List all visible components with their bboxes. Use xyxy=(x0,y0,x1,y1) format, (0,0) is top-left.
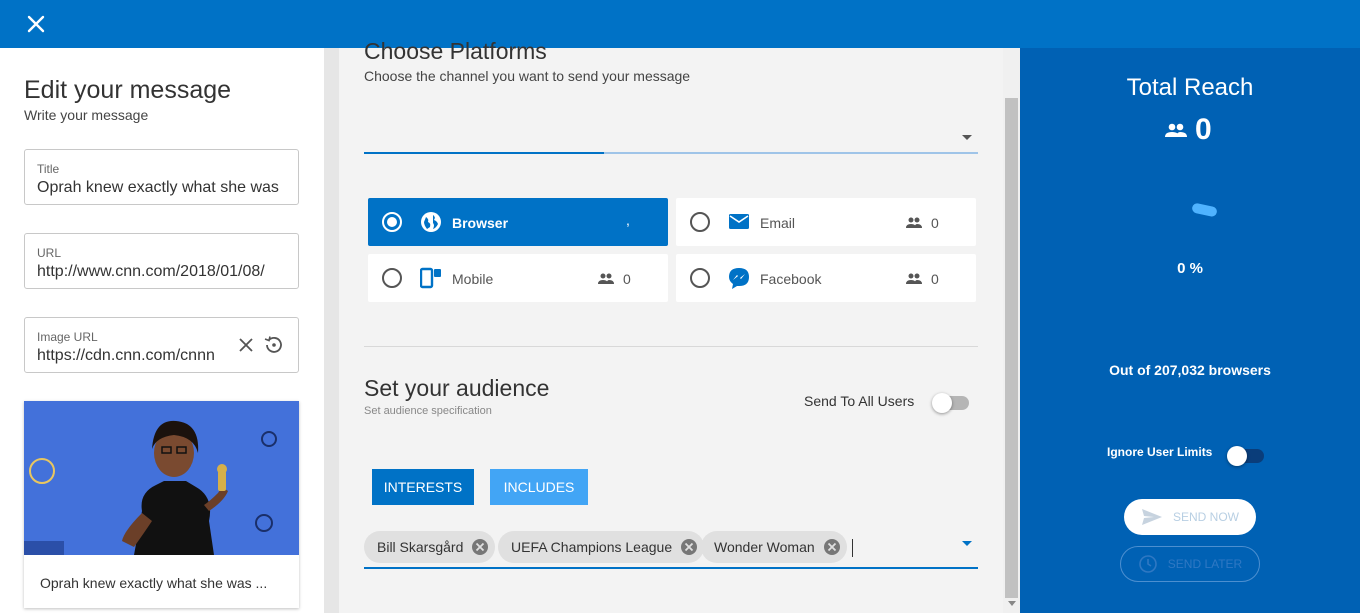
reach-count: 0 xyxy=(1195,113,1212,146)
edit-message-subheading: Write your message xyxy=(24,107,149,123)
chevron-down-icon[interactable] xyxy=(962,541,972,546)
people-icon xyxy=(598,273,614,284)
browser-radio[interactable] xyxy=(382,212,402,232)
main-scrollbar[interactable] xyxy=(1003,48,1020,613)
ignore-limits-toggle-knob xyxy=(1227,446,1247,466)
title-input[interactable]: Oprah knew exactly what she was xyxy=(37,179,289,197)
reach-summary-panel: Total Reach 0 0 % Out of 207,032 browser… xyxy=(1020,48,1360,613)
reach-percent: 0 % xyxy=(1177,260,1203,277)
text-cursor xyxy=(852,539,853,557)
send-later-label: SEND LATER xyxy=(1167,557,1243,571)
image-url-field-label: Image URL xyxy=(37,330,98,344)
top-bar xyxy=(0,0,1360,48)
main-scrollbar-thumb[interactable] xyxy=(1005,98,1018,598)
facebook-radio[interactable] xyxy=(690,268,710,288)
mobile-icon xyxy=(420,267,441,289)
url-input[interactable]: http://www.cnn.com/2018/01/08/ xyxy=(37,263,289,281)
remove-chip-icon[interactable] xyxy=(680,538,698,556)
section-divider xyxy=(364,346,978,347)
reset-icon[interactable] xyxy=(262,334,284,356)
scroll-down-arrow[interactable] xyxy=(1008,601,1016,606)
platform-dropdown-underline xyxy=(364,152,978,154)
send-to-all-toggle[interactable] xyxy=(932,393,969,413)
mobile-count: 0 xyxy=(623,271,631,287)
platform-tile-email[interactable]: Email 0 xyxy=(676,198,976,246)
ignore-limits-label: Ignore User Limits xyxy=(1107,445,1213,459)
image-url-input[interactable]: https://cdn.cnn.com/cnnn xyxy=(37,347,231,365)
send-to-all-label: Send To All Users xyxy=(804,393,915,409)
remove-chip-icon[interactable] xyxy=(471,538,489,556)
remove-chip-icon[interactable] xyxy=(823,538,841,556)
mobile-label: Mobile xyxy=(452,271,494,287)
close-icon[interactable] xyxy=(24,12,48,36)
email-label: Email xyxy=(760,215,796,231)
send-later-button[interactable]: SEND LATER xyxy=(1120,546,1260,582)
edit-message-panel: Edit your message Write your message Tit… xyxy=(0,48,324,613)
total-reach-title: Total Reach xyxy=(1126,74,1254,101)
chips-underline xyxy=(364,567,978,569)
url-field-label: URL xyxy=(37,246,62,260)
audience-subtitle: Set audience specification xyxy=(364,405,492,417)
people-icon xyxy=(906,217,922,228)
message-preview-card: Oprah knew exactly what she was ... xyxy=(24,401,299,608)
people-icon xyxy=(1165,123,1187,137)
chip-bill-skarsgard[interactable]: Bill Skarsgård xyxy=(364,531,496,563)
clock-icon xyxy=(1138,555,1157,573)
edit-message-heading: Edit your message xyxy=(24,76,232,104)
email-radio[interactable] xyxy=(690,212,710,232)
chip-label: UEFA Champions League xyxy=(511,539,673,555)
chip-label: Bill Skarsgård xyxy=(377,539,464,555)
url-field[interactable]: URL http://www.cnn.com/2018/01/08/ xyxy=(24,233,299,289)
send-to-all-toggle-knob xyxy=(932,393,952,413)
browser-count: , xyxy=(626,212,630,228)
email-count: 0 xyxy=(931,215,939,231)
platform-tile-browser[interactable]: Browser , xyxy=(368,198,668,246)
reach-out-of: Out of 207,032 browsers xyxy=(1109,362,1271,378)
platforms-subtitle: Choose the channel you want to send your… xyxy=(364,68,691,84)
preview-image xyxy=(24,401,299,555)
preview-caption: Oprah knew exactly what she was ... xyxy=(40,575,268,591)
people-icon xyxy=(906,273,922,284)
browser-label: Browser xyxy=(452,215,509,231)
interests-button[interactable]: INTERESTS xyxy=(372,469,474,505)
clear-icon[interactable] xyxy=(235,334,257,356)
includes-button[interactable]: INCLUDES xyxy=(490,469,588,505)
facebook-label: Facebook xyxy=(760,271,822,287)
facebook-count: 0 xyxy=(931,271,939,287)
image-url-field[interactable]: Image URL https://cdn.cnn.com/cnnn xyxy=(24,317,299,373)
send-icon xyxy=(1142,509,1162,525)
total-reach-value: 0 xyxy=(1165,113,1212,147)
platform-tile-facebook[interactable]: Facebook 0 xyxy=(676,254,976,302)
platform-tile-mobile[interactable]: Mobile 0 xyxy=(368,254,668,302)
chip-label: Wonder Woman xyxy=(714,539,815,555)
ignore-limits-toggle[interactable] xyxy=(1227,446,1264,466)
title-field-label: Title xyxy=(37,162,60,176)
reach-gauge xyxy=(1192,203,1217,217)
left-scroll-gutter xyxy=(324,48,339,613)
send-now-button[interactable]: SEND NOW xyxy=(1124,499,1256,535)
chip-uefa-champions-league[interactable]: UEFA Champions League xyxy=(498,531,705,563)
chip-wonder-woman[interactable]: Wonder Woman xyxy=(701,531,847,563)
title-field[interactable]: Title Oprah knew exactly what she was xyxy=(24,149,299,205)
audience-title: Set your audience xyxy=(364,375,550,401)
send-now-label: SEND NOW xyxy=(1173,510,1239,524)
chevron-down-icon[interactable] xyxy=(962,135,972,140)
email-icon xyxy=(729,214,749,229)
mobile-radio[interactable] xyxy=(382,268,402,288)
messenger-icon xyxy=(729,268,749,289)
globe-icon xyxy=(421,212,441,232)
platforms-title: Choose Platforms xyxy=(364,38,547,64)
